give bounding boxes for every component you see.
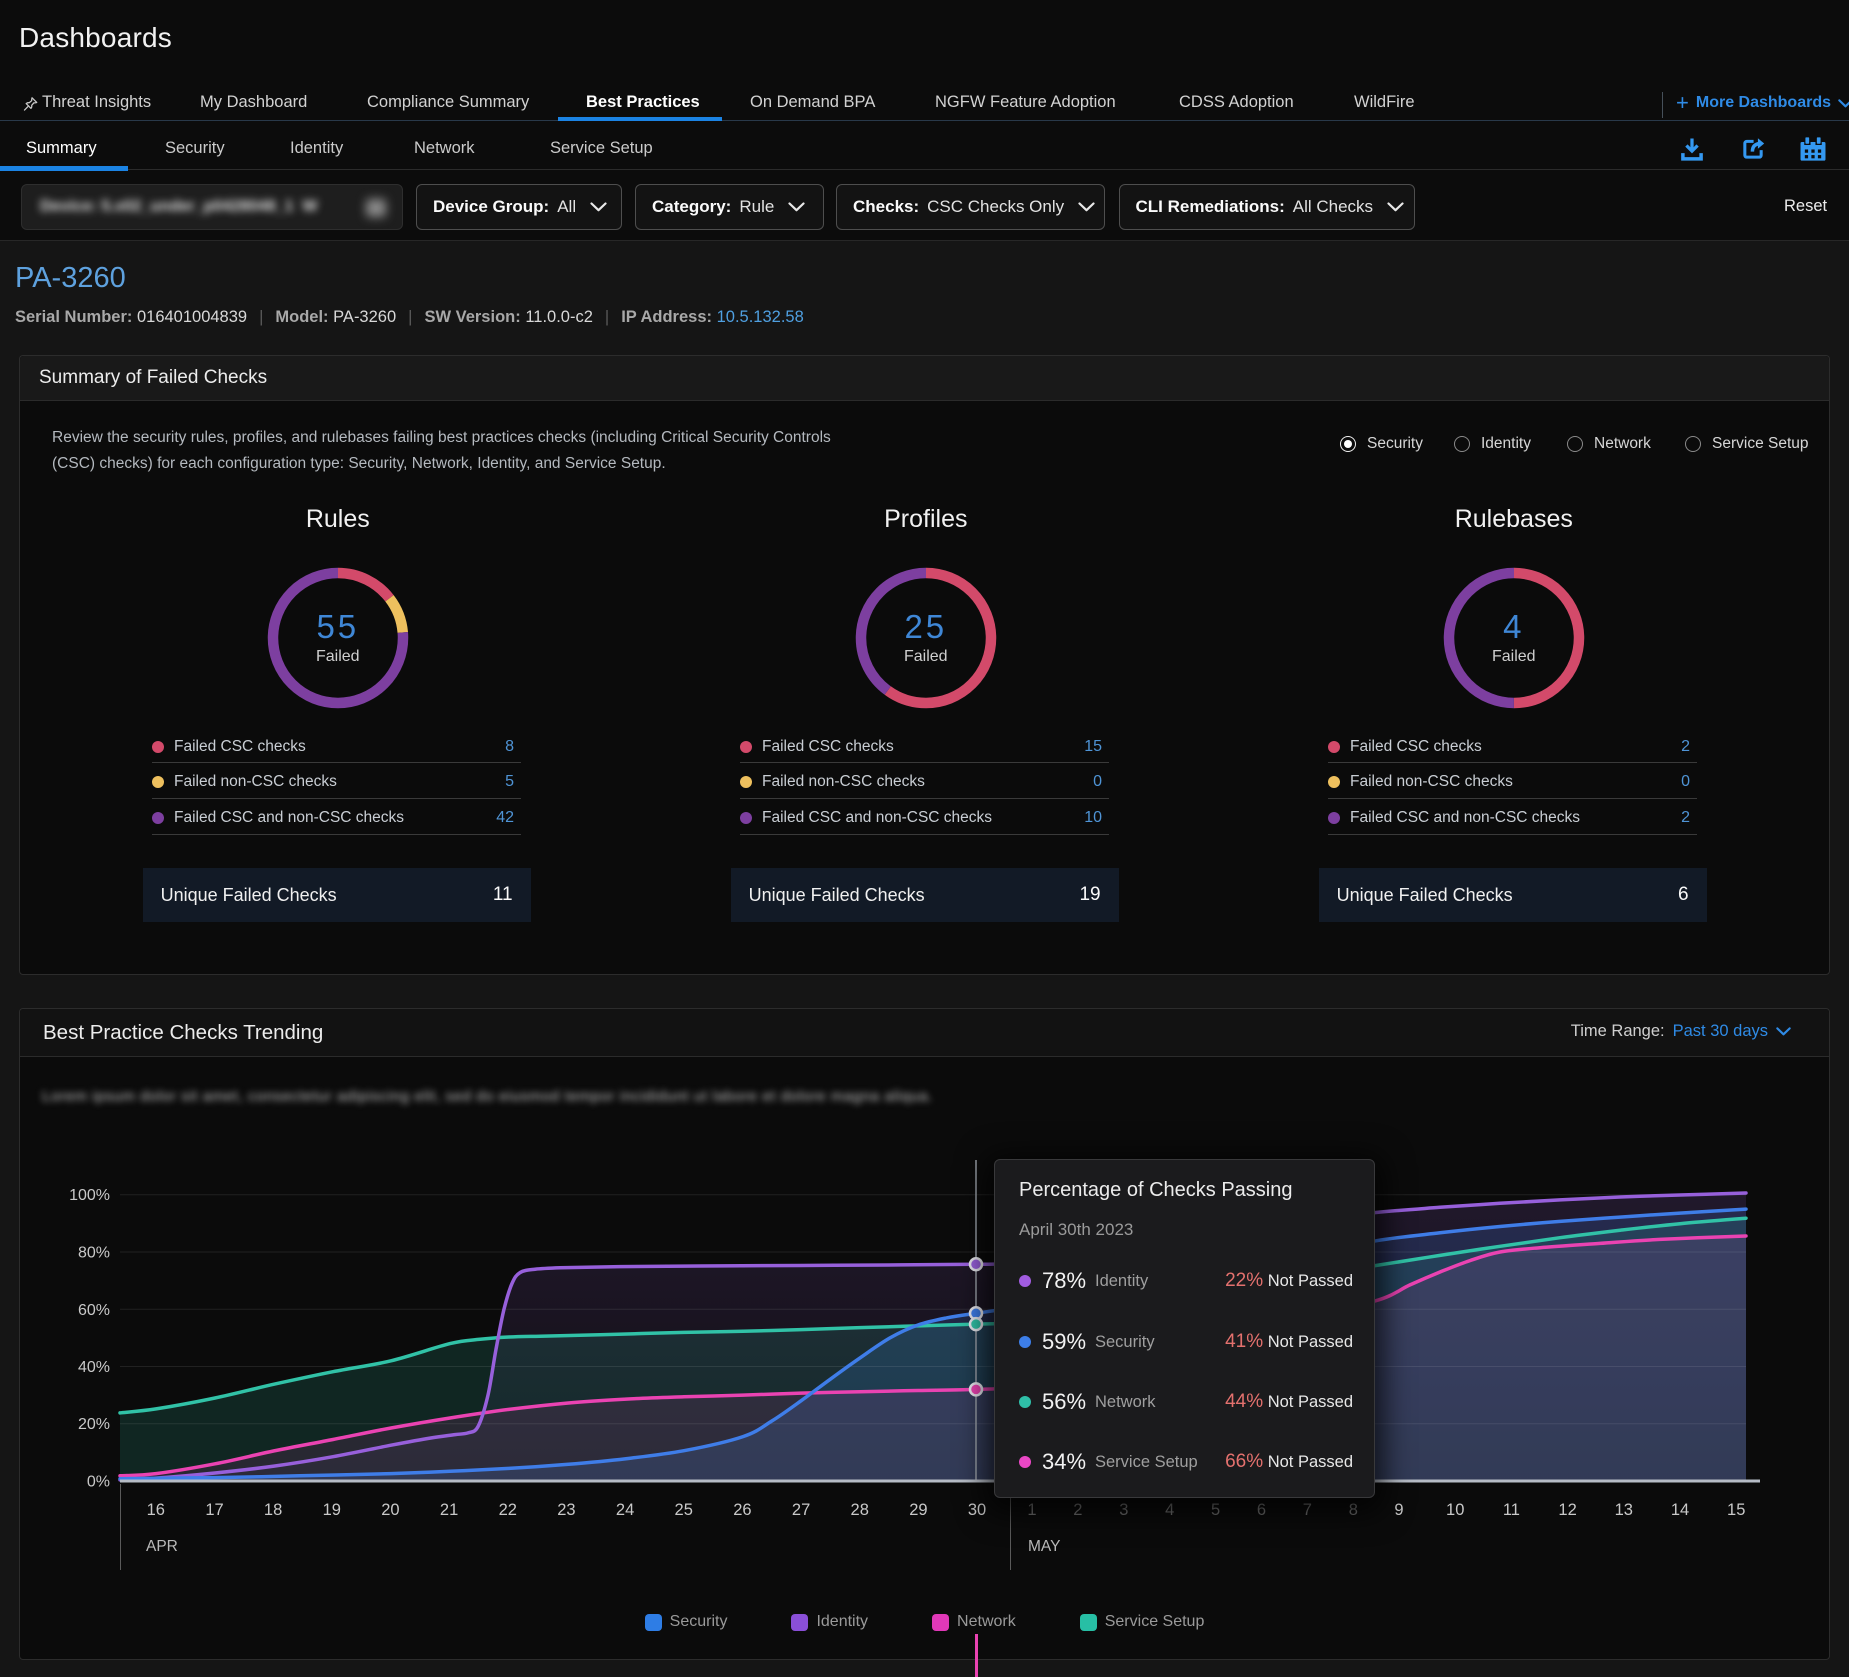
svg-text:16: 16	[147, 1501, 165, 1519]
svg-text:30: 30	[968, 1501, 986, 1519]
svg-text:12: 12	[1558, 1501, 1576, 1519]
svg-text:18: 18	[264, 1501, 282, 1519]
svg-text:21: 21	[440, 1501, 458, 1519]
svg-text:80%: 80%	[78, 1245, 110, 1262]
svg-text:11: 11	[1503, 1501, 1520, 1519]
svg-text:3: 3	[1119, 1501, 1128, 1519]
svg-text:2: 2	[1073, 1501, 1082, 1519]
svg-text:10: 10	[1446, 1501, 1464, 1519]
svg-text:60%: 60%	[78, 1302, 110, 1319]
svg-text:22: 22	[499, 1501, 517, 1519]
svg-text:15: 15	[1727, 1501, 1745, 1519]
svg-text:7: 7	[1303, 1501, 1312, 1519]
svg-text:13: 13	[1615, 1501, 1633, 1519]
svg-text:25: 25	[675, 1501, 693, 1519]
svg-text:17: 17	[205, 1501, 223, 1519]
svg-text:27: 27	[792, 1501, 810, 1519]
svg-text:5: 5	[1211, 1501, 1220, 1519]
svg-text:20: 20	[381, 1501, 399, 1519]
svg-text:20%: 20%	[78, 1416, 110, 1433]
svg-text:24: 24	[616, 1501, 634, 1519]
svg-text:19: 19	[323, 1501, 341, 1519]
svg-text:40%: 40%	[78, 1359, 110, 1376]
svg-text:0%: 0%	[87, 1474, 110, 1491]
svg-text:1: 1	[1027, 1501, 1036, 1519]
svg-text:100%: 100%	[69, 1187, 110, 1204]
svg-text:14: 14	[1671, 1501, 1689, 1519]
svg-text:4: 4	[1165, 1501, 1174, 1519]
svg-text:6: 6	[1257, 1501, 1266, 1519]
svg-text:26: 26	[733, 1501, 751, 1519]
svg-text:23: 23	[557, 1501, 575, 1519]
svg-text:8: 8	[1349, 1501, 1358, 1519]
svg-text:APR: APR	[146, 1538, 178, 1555]
svg-text:MAY: MAY	[1028, 1538, 1060, 1555]
svg-text:29: 29	[909, 1501, 927, 1519]
svg-text:9: 9	[1394, 1501, 1403, 1519]
svg-text:28: 28	[851, 1501, 869, 1519]
